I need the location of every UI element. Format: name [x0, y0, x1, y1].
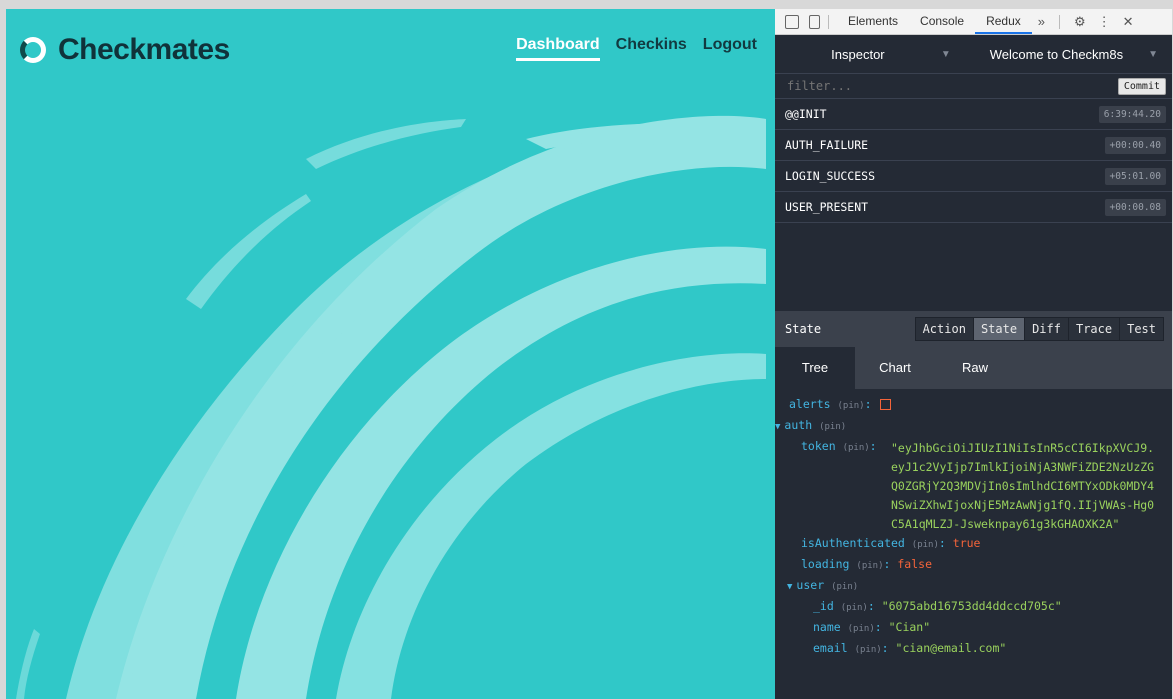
nav-dashboard[interactable]: Dashboard: [516, 36, 600, 61]
tab-chart[interactable]: Chart: [855, 347, 935, 389]
redux-header: Inspector ▼ Welcome to Checkm8s ▼: [775, 35, 1172, 74]
expand-arrow-icon[interactable]: ▼: [787, 582, 792, 592]
browser-viewport: Checkmates Dashboard Checkins Logout Ele…: [6, 9, 1172, 699]
view-button-test[interactable]: Test: [1119, 318, 1163, 340]
pin-toggle[interactable]: (pin): [856, 561, 883, 571]
tab-tree[interactable]: Tree: [775, 347, 855, 389]
action-type: LOGIN_SUCCESS: [785, 169, 876, 183]
pin-toggle[interactable]: (pin): [848, 624, 875, 634]
nav-checkins[interactable]: Checkins: [616, 36, 687, 61]
devtools-toolbar: Elements Console Redux » ⚙ ⋮ ✕: [775, 9, 1172, 35]
action-time: +00:00.08: [1104, 198, 1166, 216]
state-label: State: [785, 322, 822, 336]
instance-select[interactable]: Welcome to Checkm8s ▼: [965, 47, 1172, 62]
tab-redux[interactable]: Redux: [975, 9, 1032, 34]
action-item[interactable]: LOGIN_SUCCESS +05:01.00: [775, 161, 1172, 192]
kebab-icon[interactable]: ⋮: [1092, 14, 1117, 30]
devtools-panel: Elements Console Redux » ⚙ ⋮ ✕ Inspector…: [775, 9, 1172, 699]
action-time: +05:01.00: [1104, 167, 1166, 185]
tree-value: "cian@email.com": [895, 641, 1007, 655]
tab-raw[interactable]: Raw: [935, 347, 1015, 389]
pin-toggle[interactable]: (pin): [843, 443, 870, 453]
action-type: AUTH_FAILURE: [785, 138, 869, 152]
tab-console[interactable]: Console: [909, 9, 975, 34]
action-list: @@INIT 6:39:44.20 AUTH_FAILURE +00:00.40…: [775, 99, 1172, 311]
view-button-state[interactable]: State: [972, 318, 1025, 340]
chevron-down-icon: ▼: [1148, 48, 1158, 60]
token-value: "eyJhbGciOiJIUzI1NiIsInR5cCI6IkpXVCJ9.ey…: [891, 441, 1155, 531]
monitor-select-value: Inspector: [831, 46, 885, 62]
pin-toggle[interactable]: (pin): [855, 645, 882, 655]
expand-arrow-icon[interactable]: ▼: [775, 422, 780, 432]
tree-key: token: [801, 439, 836, 453]
tree-node-id[interactable]: _id (pin): "6075abd16753dd4ddccd705c": [775, 597, 1172, 618]
tree-key: alerts: [789, 397, 831, 411]
action-item[interactable]: AUTH_FAILURE +00:00.40: [775, 130, 1172, 161]
toolbar-divider: [1058, 14, 1060, 29]
state-sub-tabs: Tree Chart Raw: [775, 347, 1172, 389]
tree-node-name[interactable]: name (pin): "Cian": [775, 618, 1172, 639]
checkmates-app: Checkmates Dashboard Checkins Logout: [6, 9, 775, 699]
chevron-down-icon: ▼: [940, 48, 951, 60]
action-time: 6:39:44.20: [1098, 105, 1166, 123]
action-item[interactable]: USER_PRESENT +00:00.08: [775, 192, 1172, 223]
pin-toggle[interactable]: (pin): [841, 603, 868, 613]
view-button-diff[interactable]: Diff: [1024, 318, 1068, 340]
action-type: USER_PRESENT: [785, 200, 869, 214]
state-tree: alerts (pin): ▼ auth (pin) token (pin): "…: [775, 389, 1172, 660]
tree-value: "6075abd16753dd4ddccd705c": [881, 599, 1062, 613]
state-toolbar: State Action State Diff Trace Test: [775, 311, 1172, 347]
action-type: @@INIT: [785, 107, 827, 121]
filter-bar: Commit: [775, 74, 1172, 99]
empty-array-icon: [880, 399, 892, 410]
tree-value: "Cian": [888, 620, 931, 634]
pin-toggle[interactable]: (pin): [819, 422, 846, 432]
tree-node-auth[interactable]: ▼ auth (pin): [775, 416, 1172, 437]
instance-select-value: Welcome to Checkm8s: [989, 46, 1124, 62]
view-button-action[interactable]: Action: [915, 318, 973, 340]
pin-toggle[interactable]: (pin): [831, 582, 858, 592]
tree-node-isauthenticated[interactable]: isAuthenticated (pin): true: [775, 534, 1172, 555]
app-logo[interactable]: Checkmates: [20, 33, 230, 67]
tree-key: isAuthenticated: [801, 536, 905, 550]
brush-stroke-illustration: [16, 115, 766, 699]
tree-node-email[interactable]: email (pin): "cian@email.com": [775, 639, 1172, 660]
tree-key: name: [813, 620, 841, 634]
close-icon[interactable]: ✕: [1117, 14, 1140, 30]
view-switcher: Action State Diff Trace Test: [914, 317, 1164, 341]
monitor-select[interactable]: Inspector ▼: [775, 47, 965, 62]
action-filter-input[interactable]: [785, 78, 989, 94]
tree-node-user[interactable]: ▼ user (pin): [775, 576, 1172, 597]
tree-key: user: [796, 578, 825, 592]
main-nav: Dashboard Checkins Logout: [516, 36, 757, 61]
tree-node-loading[interactable]: loading (pin): false: [775, 555, 1172, 576]
tree-value: true: [952, 536, 981, 550]
nav-logout[interactable]: Logout: [703, 36, 757, 61]
inspect-element-icon[interactable]: [785, 14, 799, 29]
action-item[interactable]: @@INIT 6:39:44.20: [775, 99, 1172, 130]
tree-key: loading: [801, 557, 850, 571]
tree-key: auth: [784, 418, 813, 432]
view-button-trace[interactable]: Trace: [1067, 318, 1120, 340]
double-chevron-icon[interactable]: »: [1032, 14, 1051, 29]
logo-circle-icon: [20, 37, 46, 63]
brand-name: Checkmates: [58, 33, 230, 66]
pin-toggle[interactable]: (pin): [912, 540, 939, 550]
tree-value: false: [897, 557, 932, 571]
tab-elements[interactable]: Elements: [837, 9, 909, 34]
commit-button[interactable]: Commit: [1117, 77, 1166, 95]
toolbar-divider: [828, 14, 829, 29]
tree-key: _id: [813, 599, 834, 613]
device-toggle-icon[interactable]: [809, 14, 820, 29]
action-time: +00:00.40: [1104, 136, 1166, 154]
tree-key: email: [813, 641, 848, 655]
tree-node-alerts[interactable]: alerts (pin):: [775, 395, 1172, 416]
gear-icon[interactable]: ⚙: [1068, 14, 1092, 30]
pin-toggle[interactable]: (pin): [837, 401, 864, 411]
